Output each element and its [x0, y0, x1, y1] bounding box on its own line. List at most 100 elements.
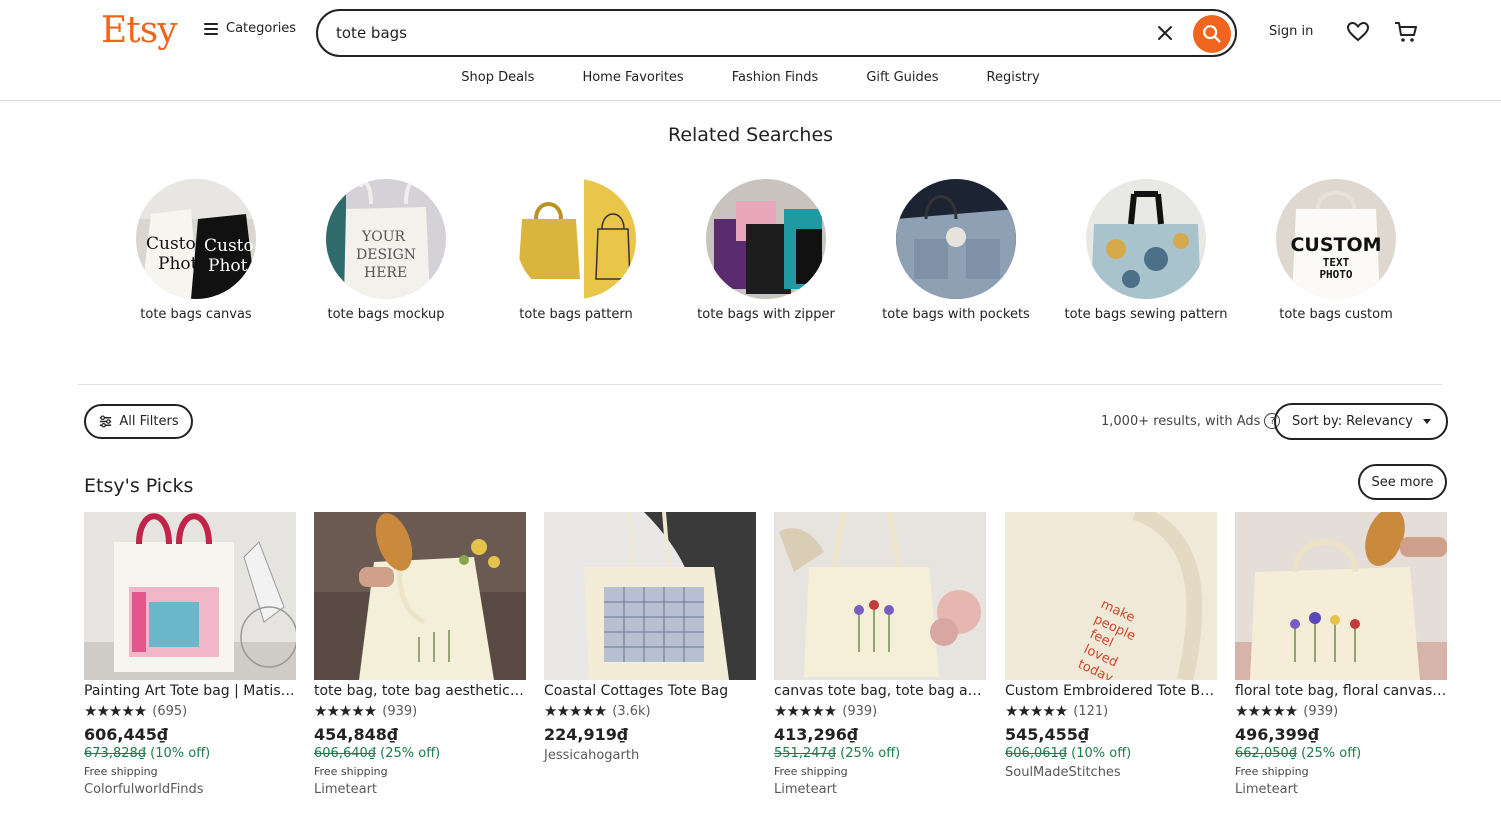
- search-button[interactable]: [1193, 15, 1231, 53]
- listing-image[interactable]: [1235, 512, 1447, 680]
- listing-card[interactable]: Painting Art Tote bag | Matisse Art Tote…: [84, 512, 296, 797]
- listing-title[interactable]: Coastal Cottages Tote Bag: [544, 683, 756, 699]
- nav-gift-guides[interactable]: Gift Guides: [842, 70, 962, 85]
- etsy-logo[interactable]: Etsy: [101, 10, 178, 51]
- review-count: (3.6k): [612, 703, 651, 719]
- listing-title[interactable]: floral tote bag, floral canvas tote bag: [1235, 683, 1447, 699]
- review-count: (939): [842, 703, 878, 719]
- related-search-item[interactable]: tote bags sewing pattern: [1061, 179, 1231, 324]
- original-price: 551,247₫: [774, 746, 837, 761]
- search-input[interactable]: [336, 21, 1136, 45]
- menu-icon: [204, 22, 218, 35]
- discount-label: (25% off): [1301, 746, 1362, 761]
- related-search-label: tote bags custom: [1279, 307, 1393, 322]
- related-search-image: CUSTOM TEXT PHOTO: [1276, 179, 1396, 299]
- nav-shop-deals[interactable]: Shop Deals: [437, 70, 558, 85]
- original-price-row: 673,828₫ (10% off): [84, 746, 296, 761]
- all-filters-button[interactable]: All Filters: [84, 404, 193, 439]
- listing-price: 224,919₫: [544, 725, 629, 744]
- listing-card[interactable]: Coastal Cottages Tote Bag ★★★★★ (3.6k) 2…: [544, 512, 756, 763]
- listing-card[interactable]: make people feel loved today Custom Embr…: [1005, 512, 1217, 780]
- listing-rating: ★★★★★ (3.6k): [544, 702, 756, 720]
- listing-rating: ★★★★★ (121): [1005, 702, 1217, 720]
- original-price-row: 606,640₫ (25% off): [314, 746, 526, 761]
- favorites-heart-icon[interactable]: [1346, 20, 1370, 44]
- shop-name[interactable]: ColorfulworldFinds: [84, 782, 296, 797]
- related-search-label: tote bags with zipper: [697, 307, 835, 322]
- related-search-label: tote bags with pockets: [882, 307, 1030, 322]
- shop-name[interactable]: Limeteart: [774, 782, 986, 797]
- svg-text:Photo: Photo: [158, 254, 208, 274]
- clear-search-icon[interactable]: [1155, 23, 1175, 43]
- related-search-item[interactable]: CUSTOM TEXT PHOTO tote bags custom: [1251, 179, 1421, 324]
- sort-dropdown[interactable]: Sort by: Relevancy: [1274, 403, 1448, 440]
- shop-name[interactable]: Jessicahogarth: [544, 748, 756, 763]
- review-count: (939): [382, 703, 418, 719]
- listing-price: 545,455₫: [1005, 725, 1090, 744]
- original-price-row: 606,061₫ (10% off): [1005, 746, 1217, 761]
- discount-label: (10% off): [1071, 746, 1132, 761]
- categories-label: Categories: [226, 21, 297, 36]
- listing-title[interactable]: Custom Embroidered Tote Bag, Make People: [1005, 683, 1217, 699]
- original-price-row: 551,247₫ (25% off): [774, 746, 986, 761]
- nav-registry[interactable]: Registry: [963, 70, 1064, 85]
- related-search-image: [1086, 179, 1206, 299]
- listing-price: 413,296₫: [774, 725, 859, 744]
- related-search-item[interactable]: Custom Photo Custo Phot tote bags canvas: [111, 179, 281, 324]
- categories-menu-button[interactable]: Categories: [204, 21, 296, 36]
- listing-card[interactable]: floral tote bag, floral canvas tote bag …: [1235, 512, 1447, 797]
- listing-title[interactable]: tote bag, tote bag aesthetic, canvas tot…: [314, 683, 526, 699]
- listing-image[interactable]: make people feel loved today: [1005, 512, 1217, 680]
- original-price: 606,640₫: [314, 746, 377, 761]
- svg-text:YOUR: YOUR: [361, 229, 406, 245]
- listing-card[interactable]: canvas tote bag, tote bag aesthetic, flo…: [774, 512, 986, 797]
- svg-text:HERE: HERE: [364, 265, 407, 281]
- review-count: (695): [152, 703, 188, 719]
- related-search-item[interactable]: tote bags with pockets: [871, 179, 1041, 324]
- discount-label: (25% off): [840, 746, 901, 761]
- original-price: 673,828₫: [84, 746, 147, 761]
- sort-prefix: Sort by:: [1292, 414, 1343, 429]
- listing-title[interactable]: Painting Art Tote bag | Matisse Art Tote: [84, 683, 296, 699]
- nav-fashion-finds[interactable]: Fashion Finds: [708, 70, 843, 85]
- results-text: 1,000+ results, with Ads: [1101, 413, 1261, 429]
- listing-image[interactable]: [314, 512, 526, 680]
- related-search-image: [706, 179, 826, 299]
- sign-in-link[interactable]: Sign in: [1269, 24, 1313, 39]
- listing-price: 606,445₫: [84, 725, 169, 744]
- original-price-row: 662,050₫ (25% off): [1235, 746, 1447, 761]
- shop-name[interactable]: Limeteart: [1235, 782, 1447, 797]
- star-rating-icon: ★★★★★: [774, 702, 837, 720]
- review-count: (121): [1073, 703, 1109, 719]
- listing-rating: ★★★★★ (939): [314, 702, 526, 720]
- listing-rating: ★★★★★ (939): [774, 702, 986, 720]
- all-filters-label: All Filters: [119, 414, 179, 429]
- nav-home-favorites[interactable]: Home Favorites: [558, 70, 707, 85]
- related-search-image: [516, 179, 636, 299]
- star-rating-icon: ★★★★★: [84, 702, 147, 720]
- sort-value: Relevancy: [1346, 414, 1413, 429]
- shop-name[interactable]: SoulMadeStitches: [1005, 765, 1217, 780]
- listing-card[interactable]: tote bag, tote bag aesthetic, canvas tot…: [314, 512, 526, 797]
- shipping-label: Free shipping: [84, 765, 158, 778]
- listing-price: 496,399₫: [1235, 725, 1320, 744]
- related-search-image: YOUR DESIGN HERE: [326, 179, 446, 299]
- shipping-label: Free shipping: [1235, 765, 1309, 778]
- related-search-item[interactable]: tote bags with zipper: [681, 179, 851, 324]
- listing-image[interactable]: [84, 512, 296, 680]
- svg-text:DESIGN: DESIGN: [356, 247, 416, 263]
- related-search-item[interactable]: YOUR DESIGN HERE tote bags mockup: [301, 179, 471, 324]
- see-more-button[interactable]: See more: [1358, 464, 1447, 500]
- shop-name[interactable]: Limeteart: [314, 782, 526, 797]
- svg-text:CUSTOM: CUSTOM: [1290, 234, 1381, 256]
- cart-icon[interactable]: [1393, 19, 1419, 45]
- listing-image[interactable]: [544, 512, 756, 680]
- star-rating-icon: ★★★★★: [1005, 702, 1068, 720]
- svg-text:Custo: Custo: [204, 236, 254, 256]
- review-count: (939): [1303, 703, 1339, 719]
- listing-image[interactable]: [774, 512, 986, 680]
- related-search-item[interactable]: tote bags pattern: [491, 179, 661, 324]
- picks-section-title: Etsy's Picks: [84, 475, 194, 497]
- star-rating-icon: ★★★★★: [314, 702, 377, 720]
- listing-title[interactable]: canvas tote bag, tote bag aesthetic, flo…: [774, 683, 986, 699]
